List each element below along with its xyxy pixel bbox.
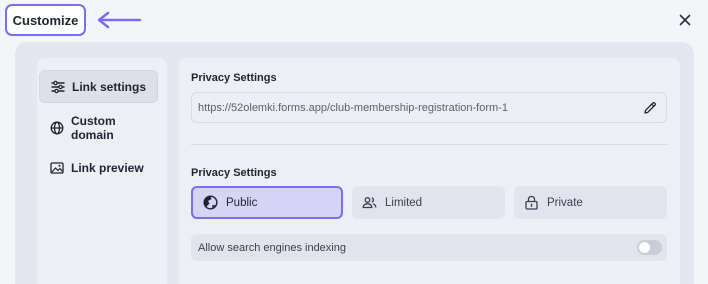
arrow-left-icon <box>97 11 142 29</box>
privacy-option-public[interactable]: Public <box>191 186 343 219</box>
customize-button[interactable]: Customize <box>5 4 86 36</box>
image-icon <box>50 161 64 174</box>
link-settings-content: Privacy Settings https://52olemki.forms.… <box>179 58 680 284</box>
link-section-title: Privacy Settings <box>191 72 277 84</box>
globe-icon <box>50 121 64 134</box>
url-field[interactable]: https://52olemki.forms.app/club-membersh… <box>191 92 667 123</box>
privacy-option-label: Limited <box>385 196 423 209</box>
sidebar-item-label: Link preview <box>71 160 144 175</box>
privacy-option-private[interactable]: Private <box>514 186 667 219</box>
search-indexing-row: Allow search engines indexing <box>191 234 667 261</box>
sidebar-item-link-preview[interactable]: Link preview <box>39 151 158 184</box>
sidebar-item-label: Custom domain <box>71 113 116 142</box>
globe-half-icon <box>203 195 218 210</box>
sidebar-item-link-settings[interactable]: Link settings <box>39 70 158 103</box>
lock-icon <box>525 195 538 210</box>
close-icon[interactable] <box>677 12 693 28</box>
search-indexing-label: Allow search engines indexing <box>198 241 346 254</box>
search-indexing-toggle[interactable] <box>637 240 662 255</box>
sidebar-item-custom-domain[interactable]: Custom domain <box>39 111 158 144</box>
url-value: https://52olemki.forms.app/club-membersh… <box>198 101 508 114</box>
privacy-option-label: Public <box>226 196 258 209</box>
privacy-option-label: Private <box>547 196 583 209</box>
privacy-section-title: Privacy Settings <box>191 167 277 179</box>
privacy-option-limited[interactable]: Limited <box>352 186 505 219</box>
pencil-icon[interactable] <box>643 101 657 115</box>
sidebar: Link settings Custom domain Link preview <box>37 58 167 284</box>
top-bar: Customize <box>0 0 708 42</box>
settings-panel: Link settings Custom domain Link preview… <box>15 42 694 284</box>
toggle-knob <box>639 242 650 253</box>
users-icon <box>362 197 377 209</box>
divider <box>191 144 667 145</box>
sidebar-item-label: Link settings <box>72 79 147 94</box>
sliders-icon <box>51 80 65 93</box>
